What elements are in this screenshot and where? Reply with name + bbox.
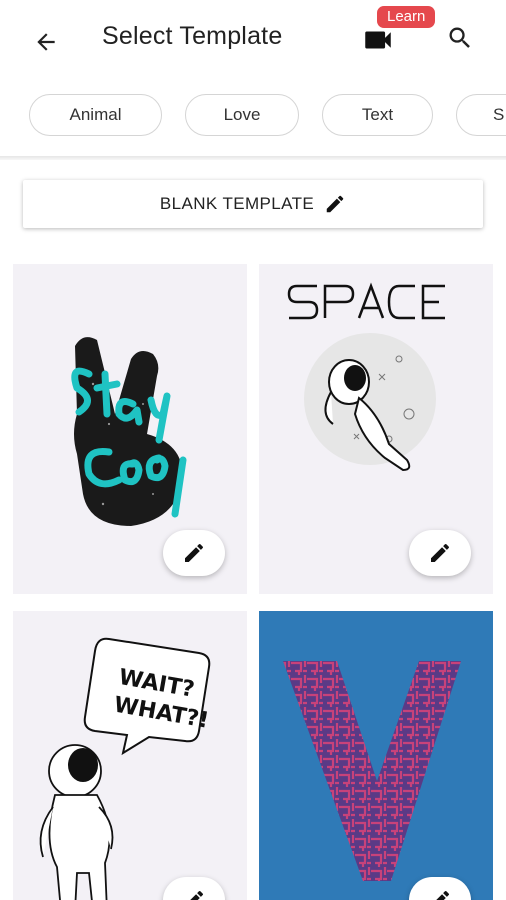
learn-badge[interactable]: Learn xyxy=(377,6,436,28)
blank-template-label: BLANK TEMPLATE xyxy=(159,194,315,213)
chip-love[interactable]: Love xyxy=(185,94,299,136)
chip-partial[interactable]: S xyxy=(456,94,506,136)
pencil-icon xyxy=(431,543,450,562)
edit-template-button[interactable] xyxy=(409,530,471,576)
edit-template-button[interactable] xyxy=(163,530,225,576)
maze-v-artwork xyxy=(283,661,461,881)
template-card-space[interactable] xyxy=(259,264,493,594)
chip-text[interactable]: Text xyxy=(322,94,433,136)
template-card-stay-cool[interactable] xyxy=(13,264,247,594)
chip-animal[interactable]: Animal xyxy=(29,94,162,136)
template-card-wait-what[interactable]: WAIT? WHAT?! xyxy=(13,611,247,900)
template-card-maze-v[interactable] xyxy=(259,611,493,900)
videocam-icon xyxy=(365,31,391,49)
search-button[interactable] xyxy=(442,20,478,56)
search-icon xyxy=(449,27,470,48)
arrow-left-icon xyxy=(37,33,55,51)
select-template-screen: Select Template Learn Animal Love Text S… xyxy=(0,0,506,900)
pencil-icon xyxy=(436,890,450,900)
page-title: Select Template xyxy=(102,22,283,50)
back-button[interactable] xyxy=(28,24,64,60)
wait-what-artwork: WAIT? WHAT?! xyxy=(39,637,211,900)
pencil-icon xyxy=(190,890,204,900)
category-chips: Animal Love Text S xyxy=(0,94,506,140)
header-divider xyxy=(0,156,506,160)
pencil-icon xyxy=(326,195,344,213)
pencil-icon xyxy=(185,543,204,562)
blank-template-button[interactable]: BLANK TEMPLATE xyxy=(23,180,483,228)
app-bar: Select Template Learn xyxy=(0,0,506,80)
